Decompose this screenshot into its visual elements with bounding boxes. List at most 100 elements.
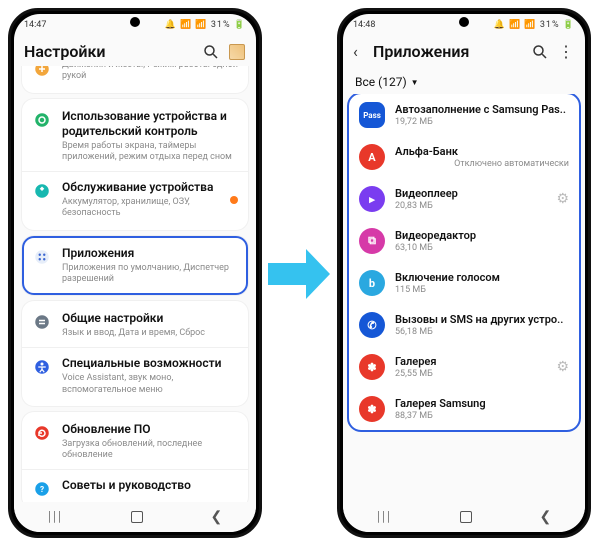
row-title: Общие настройки [62, 311, 238, 326]
page-title: Настройки [24, 42, 194, 61]
row-title: Обновление ПО [62, 422, 238, 437]
svg-text:?: ? [40, 485, 44, 495]
app-row[interactable]: ✽ Галерея Samsung88,37 МБ [349, 388, 579, 430]
apps-list-container[interactable]: Pass Автозаполнение с Samsung Pas..19,72 … [343, 94, 585, 502]
status-time: 14:47 [24, 20, 46, 30]
app-icon: ⧉ [359, 228, 385, 254]
phone-right: 14:48 🔔 📶 📶 31% 🔋 ‹ Приложения ⋮ Все (12… [337, 8, 591, 538]
back-icon[interactable]: ‹ [353, 42, 373, 61]
app-subtitle: 25,55 МБ [395, 369, 546, 379]
gear-icon[interactable]: ⚙ [556, 191, 569, 207]
filter-dropdown[interactable]: Все (127) ▼ [343, 69, 585, 97]
account-chip-icon[interactable] [228, 43, 246, 61]
app-icon: Pass [359, 102, 385, 128]
app-subtitle: 115 МБ [395, 285, 569, 295]
app-name: Галерея Samsung [395, 397, 569, 410]
search-icon[interactable] [531, 43, 549, 61]
phone-left: 14:47 🔔 📶 📶 31% 🔋 Настройки Движения и [8, 8, 262, 538]
app-subtitle: 20,83 МБ [395, 201, 546, 211]
accessibility-icon [32, 357, 52, 377]
app-name: Альфа-Банк [395, 145, 569, 158]
row-subtitle: Voice Assistant, звук моно, вспомогатель… [62, 373, 238, 396]
nav-bar: ||| ❮ [343, 502, 585, 532]
app-name: Вызовы и SMS на других устро.. [395, 313, 569, 326]
app-subtitle: Отключено автоматически [395, 159, 569, 169]
general-icon [32, 312, 52, 332]
more-icon[interactable]: ⋮ [557, 43, 575, 61]
settings-row-motions[interactable]: Движения и жесты, Режим работы одной рук… [22, 66, 248, 91]
app-row[interactable]: bВключение голосом115 МБ [349, 262, 579, 304]
settings-row-digital-wellbeing[interactable]: Использование устройства и родительский … [22, 101, 248, 172]
row-subtitle: Язык и ввод, Дата и время, Сброс [62, 328, 238, 339]
tips-icon: ? [32, 479, 52, 499]
wellbeing-icon [32, 110, 52, 130]
row-title: Советы и руководство [62, 478, 238, 493]
settings-card: Общие настройки Язык и ввод, Дата и врем… [22, 301, 248, 406]
row-title: Специальные возможности [62, 356, 238, 371]
camera-notch [130, 17, 140, 27]
nav-home[interactable] [131, 511, 143, 523]
app-icon: А [359, 144, 385, 170]
nav-recent[interactable]: ||| [377, 509, 392, 525]
app-row[interactable]: ✽ Галерея25,55 МБ ⚙ [349, 346, 579, 388]
app-icon: b [359, 270, 385, 296]
settings-card: Обновление ПО Загрузка обновлений, после… [22, 412, 248, 502]
settings-list[interactable]: Движения и жесты, Режим работы одной рук… [14, 66, 256, 502]
settings-row-accessibility[interactable]: Специальные возможности Voice Assistant,… [22, 347, 248, 404]
app-name: Видеоплеер [395, 187, 546, 200]
row-subtitle: Аккумулятор, хранилище, ОЗУ, безопасност… [62, 197, 220, 220]
app-subtitle: 88,37 МБ [395, 411, 569, 421]
settings-row-apps[interactable]: Приложения Приложения по умолчанию, Дисп… [22, 238, 248, 294]
settings-card: Движения и жесты, Режим работы одной рук… [22, 66, 248, 93]
row-subtitle: Время работы экрана, таймеры приложений,… [62, 141, 238, 164]
search-icon[interactable] [202, 43, 220, 61]
settings-row-tips[interactable]: ? Советы и руководство [22, 469, 248, 502]
status-time: 14:48 [353, 20, 375, 30]
app-icon: ✆ [359, 312, 385, 338]
flow-arrow-icon [266, 245, 332, 303]
nav-bar: ||| ❮ [14, 502, 256, 532]
chevron-down-icon: ▼ [411, 78, 419, 87]
row-subtitle: Движения и жесты, Режим работы одной рук… [62, 66, 238, 83]
row-subtitle: Загрузка обновлений, последнее обновлени… [62, 439, 238, 462]
app-subtitle: 19,72 МБ [395, 117, 569, 127]
nav-recent[interactable]: ||| [48, 509, 63, 525]
nav-back[interactable]: ❮ [539, 509, 551, 525]
app-row[interactable]: ⧉ Видеоредактор63,10 МБ [349, 220, 579, 262]
app-icon: ✽ [359, 396, 385, 422]
device-care-icon [32, 181, 52, 201]
settings-header: Настройки [14, 36, 256, 69]
screen-left: 14:47 🔔 📶 📶 31% 🔋 Настройки Движения и [14, 14, 256, 532]
app-subtitle: 63,10 МБ [395, 243, 569, 253]
app-subtitle: 56,18 МБ [395, 327, 569, 337]
app-name: Автозаполнение с Samsung Pas.. [395, 103, 569, 116]
status-indicators: 🔔 📶 📶 31% 🔋 [494, 20, 575, 30]
row-title: Обслуживание устройства [62, 180, 220, 195]
apps-list: Pass Автозаполнение с Samsung Pas..19,72 … [349, 94, 579, 430]
row-title: Приложения [62, 246, 238, 261]
app-name: Видеоредактор [395, 229, 569, 242]
notification-badge [230, 196, 238, 204]
status-indicators: 🔔 📶 📶 31% 🔋 [165, 20, 246, 30]
nav-back[interactable]: ❮ [210, 509, 222, 525]
filter-label: Все (127) [355, 75, 407, 89]
app-row[interactable]: А Альфа-БанкОтключено автоматически [349, 136, 579, 178]
update-icon [32, 423, 52, 443]
app-name: Галерея [395, 355, 546, 368]
settings-row-update[interactable]: Обновление ПО Загрузка обновлений, после… [22, 414, 248, 470]
apps-icon [32, 247, 52, 267]
app-icon: ▸ [359, 186, 385, 212]
row-title: Использование устройства и родительский … [62, 109, 238, 139]
gear-icon[interactable]: ⚙ [556, 359, 569, 375]
app-icon: ✽ [359, 354, 385, 380]
settings-card: Использование устройства и родительский … [22, 99, 248, 230]
app-row[interactable]: ✆ Вызовы и SMS на других устро..56,18 МБ [349, 304, 579, 346]
app-row[interactable]: ▸ Видеоплеер20,83 МБ ⚙ [349, 178, 579, 220]
app-row[interactable]: Pass Автозаполнение с Samsung Pas..19,72 … [349, 94, 579, 136]
motion-icon [32, 66, 52, 79]
camera-notch [459, 17, 469, 27]
nav-home[interactable] [460, 511, 472, 523]
apps-header: ‹ Приложения ⋮ [343, 36, 585, 69]
settings-row-general[interactable]: Общие настройки Язык и ввод, Дата и врем… [22, 303, 248, 347]
settings-row-device-care[interactable]: Обслуживание устройства Аккумулятор, хра… [22, 171, 248, 228]
